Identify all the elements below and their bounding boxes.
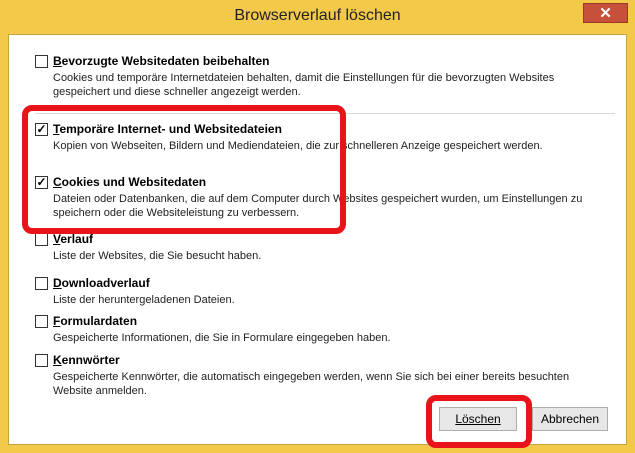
checkbox-cookies[interactable]: ✓	[35, 176, 48, 189]
option-description: Kopien von Webseiten, Bildern und Medien…	[53, 140, 543, 152]
option-title: Bevorzugte Websitedaten beibehalten	[53, 54, 270, 68]
option-title: Downloadverlauf	[53, 276, 150, 290]
check-icon: ✓	[36, 122, 47, 136]
option-description: Gespeicherte Kennwörter, die automatisch…	[53, 371, 570, 397]
option-title: Formulardaten	[53, 314, 138, 328]
option-description: Liste der Websites, die Sie besucht habe…	[53, 250, 262, 262]
dialog-content: Bevorzugte Websitedaten beibehalten Cook…	[8, 34, 627, 445]
option-description: Gespeicherte Informationen, die Sie in F…	[53, 332, 391, 344]
checkbox-temp-files[interactable]: ✓	[35, 123, 48, 136]
option-description: Liste der heruntergeladenen Dateien.	[53, 294, 235, 306]
option-title: Cookies und Websitedaten	[53, 175, 207, 189]
titlebar[interactable]: Browserverlauf löschen ✕	[0, 0, 635, 34]
dialog-window: Browserverlauf löschen ✕ Bevorzugte Webs…	[0, 0, 635, 453]
close-icon: ✕	[599, 5, 612, 22]
dialog-title: Browserverlauf löschen	[234, 7, 401, 24]
cancel-button[interactable]: Abbrechen	[532, 407, 608, 431]
checkbox-download-history[interactable]	[35, 277, 48, 290]
option-title: Verlauf	[53, 232, 94, 246]
check-icon: ✓	[36, 175, 47, 189]
checkbox-preserve-favorites[interactable]	[35, 55, 48, 68]
delete-button-label: Löschen	[455, 412, 501, 426]
option-description: Cookies und temporäre Internetdateien be…	[53, 72, 555, 98]
option-title: Temporäre Internet- und Websitedateien	[53, 122, 282, 136]
option-description: Dateien oder Datenbanken, die auf dem Co…	[53, 193, 583, 219]
delete-button[interactable]: Löschen	[439, 407, 517, 431]
checkbox-history[interactable]	[35, 233, 48, 246]
option-title: Kennwörter	[53, 353, 120, 367]
checkbox-passwords[interactable]	[35, 354, 48, 367]
divider	[35, 113, 615, 114]
checkbox-form-data[interactable]	[35, 315, 48, 328]
close-button[interactable]: ✕	[583, 3, 628, 23]
